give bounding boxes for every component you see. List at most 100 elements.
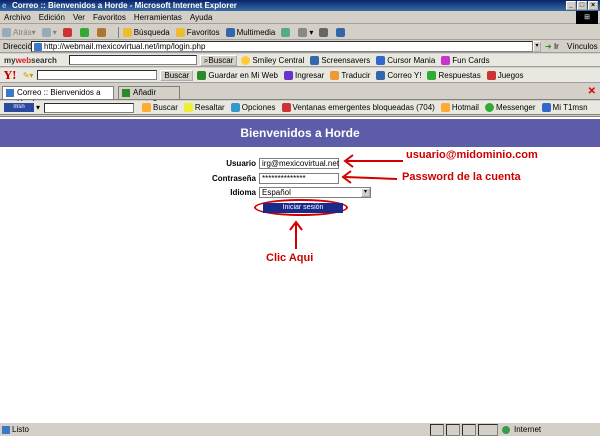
address-dropdown[interactable]: ▾ (533, 41, 541, 52)
annotation-arrow-click (289, 220, 303, 249)
mail-icon (298, 27, 308, 37)
edit-icon (336, 27, 346, 37)
smiley-icon (241, 55, 251, 65)
msn-toolbar: msn ▾ Buscar Resaltar Opciones Ventanas … (0, 101, 600, 115)
multimedia-button[interactable]: Multimedia (225, 27, 275, 37)
mywebsearch-toolbar: mywebsearch ⌕Buscar Smiley Central Scree… (0, 54, 600, 67)
mail-button[interactable]: ▾ (298, 27, 313, 37)
address-input[interactable]: http://webmail.mexicovirtual.net/imp/log… (31, 41, 533, 52)
history-icon (281, 27, 291, 37)
close-button[interactable]: × (588, 1, 598, 10)
translate-icon (330, 70, 340, 80)
home-button[interactable] (96, 27, 108, 37)
address-bar: Dirección http://webmail.mexicovirtual.n… (0, 40, 600, 53)
smiley-central-link[interactable]: Smiley Central (241, 55, 304, 65)
favorites-button[interactable]: Favoritos (175, 27, 220, 37)
minimize-button[interactable]: _ (566, 1, 576, 10)
standard-toolbar: Atrás ▾ ▾ Búsqueda Favoritos Multimedia ▾ (0, 25, 600, 40)
printer-icon (319, 27, 329, 37)
windows-flag-icon: ⊞ (576, 11, 598, 24)
go-button[interactable]: ➜ Ir (545, 42, 559, 51)
yahoo-translate-button[interactable]: Traducir (330, 70, 370, 80)
status-cell (446, 424, 460, 436)
username-input[interactable]: irg@mexicovirtual.net (259, 158, 339, 169)
back-arrow-icon (2, 27, 11, 37)
stop-button[interactable] (62, 27, 74, 37)
username-label: Usuario (226, 159, 256, 168)
screensavers-link[interactable]: Screensavers (310, 55, 370, 65)
links-button[interactable]: Vínculos (567, 42, 598, 51)
menu-ayuda[interactable]: Ayuda (190, 13, 213, 22)
cursor-mania-link[interactable]: Cursor Mania (376, 55, 435, 65)
page-icon (6, 89, 14, 97)
search-icon (122, 27, 132, 37)
status-cell (478, 424, 498, 436)
login-button[interactable]: Iniciar sesión (263, 203, 343, 213)
menu-edicion[interactable]: Edición (39, 13, 65, 22)
media-icon (225, 27, 235, 37)
pencil-icon[interactable]: ✎▾ (23, 71, 34, 80)
globe-icon (502, 426, 510, 434)
menu-archivo[interactable]: Archivo (4, 13, 31, 22)
star-icon (175, 27, 185, 37)
highlight-icon (183, 103, 193, 112)
msn-highlight-button[interactable]: Resaltar (183, 103, 225, 112)
msn-search-input[interactable] (44, 102, 135, 113)
hotmail-icon (440, 103, 450, 112)
yahoo-logo[interactable]: Y! (4, 69, 17, 82)
msn-my-msn-button[interactable]: Mi T1msn (541, 103, 588, 112)
mywebsearch-logo: mywebsearch (4, 55, 57, 65)
yahoo-answers-button[interactable]: Respuestas (427, 70, 481, 80)
msn-search-button[interactable]: Buscar (142, 103, 178, 112)
refresh-button[interactable] (79, 27, 91, 37)
language-select[interactable]: Español ▾ (259, 187, 371, 198)
menu-herramientas[interactable]: Herramientas (134, 13, 182, 22)
msn-popup-blocker-button[interactable]: Ventanas emergentes bloqueadas (704) (281, 103, 435, 112)
messenger-icon (484, 103, 494, 112)
msn-hotmail-button[interactable]: Hotmail (440, 103, 479, 112)
popup-blocked-icon (281, 103, 291, 112)
cursor-icon (376, 55, 386, 65)
password-input[interactable]: ************** (259, 173, 339, 184)
search-icon (142, 103, 152, 112)
annotation-arrow-password (341, 170, 398, 184)
tab-correo[interactable]: Correo :: Bienvenidos a Horde (2, 86, 114, 108)
mywebsearch-input[interactable] (68, 55, 197, 65)
user-icon (283, 70, 293, 80)
yahoo-search-input[interactable] (37, 70, 158, 80)
print-button[interactable] (319, 27, 330, 37)
yahoo-games-button[interactable]: Juegos (486, 70, 524, 80)
status-bar: Listo Internet (0, 422, 600, 436)
annotation-password: Password de la cuenta (402, 171, 521, 183)
games-icon (486, 70, 496, 80)
screensaver-icon (310, 55, 320, 65)
forward-arrow-icon (41, 27, 51, 37)
card-icon (441, 55, 451, 65)
edit-button[interactable] (336, 27, 347, 37)
language-label: Idioma (230, 188, 256, 197)
msn-options-button[interactable]: Opciones (230, 103, 276, 112)
forward-button[interactable]: ▾ (41, 27, 57, 37)
mywebsearch-search-button[interactable]: ⌕Buscar (199, 54, 238, 66)
menu-ver[interactable]: Ver (73, 13, 85, 22)
back-button[interactable]: Atrás ▾ (2, 27, 36, 37)
history-button[interactable] (281, 27, 292, 37)
yahoo-search-button[interactable]: Buscar (160, 69, 194, 81)
yahoo-save-web-button[interactable]: Guardar en Mi Web (197, 70, 278, 80)
fun-cards-link[interactable]: Fun Cards (441, 55, 490, 65)
my-msn-icon (541, 103, 551, 112)
close-tab-icon[interactable]: ✕ (588, 86, 596, 97)
add-tab-button[interactable]: Añadir pestaña (118, 86, 180, 108)
search-button[interactable]: Búsqueda (122, 27, 170, 37)
msn-dropdown-icon[interactable]: ▾ (36, 103, 40, 112)
yahoo-mail-button[interactable]: Correo Y! (376, 70, 421, 80)
maximize-button[interactable]: □ (577, 1, 587, 10)
menu-favoritos[interactable]: Favoritos (93, 13, 126, 22)
msn-messenger-button[interactable]: Messenger (484, 103, 536, 112)
yahoo-signin-button[interactable]: Ingresar (283, 70, 324, 80)
home-icon (96, 27, 106, 37)
msn-logo[interactable]: msn (4, 103, 34, 112)
annotation-arrow-user (343, 154, 403, 168)
tab-strip: Correo :: Bienvenidos a Horde Añadir pes… (0, 84, 600, 108)
status-cell (462, 424, 476, 436)
